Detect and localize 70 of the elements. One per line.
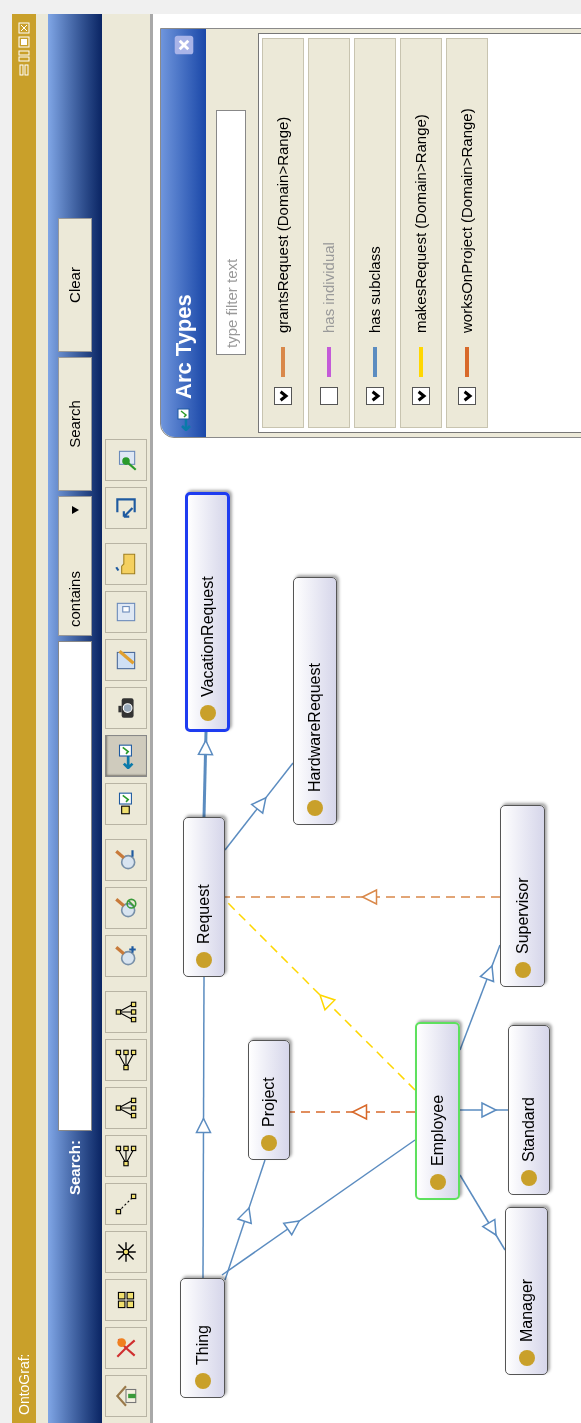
toolbar-button[interactable] (105, 1231, 147, 1273)
class-icon (307, 800, 323, 816)
arc-type-label: has individual (318, 242, 338, 333)
checkbox[interactable] (412, 387, 430, 405)
tree-layout-icon (113, 1095, 139, 1121)
arc-type-label: grantsRequest (Domain>Range) (272, 116, 292, 333)
class-icon (194, 1373, 211, 1389)
checkbox[interactable] (320, 387, 338, 405)
tree-layout-icon (113, 1143, 139, 1169)
search-label: Search: (64, 1139, 84, 1195)
maximize-button[interactable] (18, 36, 30, 48)
resize-icon (113, 495, 139, 521)
dropdown-arrow-icon (70, 504, 80, 515)
toolbar-button[interactable] (105, 687, 147, 729)
class-node[interactable]: HardwareRequest (293, 577, 337, 825)
toolbar-button[interactable] (105, 991, 147, 1033)
window-title: OntoGraf: (14, 1353, 33, 1415)
match-dropdown[interactable]: contains (58, 495, 92, 636)
arc-type-row[interactable]: makesRequest (Domain>Range) (400, 38, 442, 428)
class-icon (196, 952, 212, 968)
class-node[interactable]: Standard (508, 1025, 550, 1195)
search-button[interactable]: Search (58, 356, 92, 491)
checkbox[interactable] (274, 387, 292, 405)
radial-layout-icon (113, 1239, 139, 1265)
node-label: Employee (427, 1094, 447, 1166)
tree-layout-icon (113, 1047, 139, 1073)
checkbox[interactable] (366, 387, 384, 405)
toolbar-button[interactable] (105, 1087, 147, 1129)
toolbar-button[interactable] (105, 1135, 147, 1177)
node-label: Thing (192, 1324, 212, 1365)
arc-type-row[interactable]: grantsRequest (Domain>Range) (262, 38, 304, 428)
class-node[interactable]: Project (248, 1040, 290, 1160)
subclass-arrow (459, 1101, 509, 1119)
node-label: Request (194, 884, 213, 944)
house-icon (113, 1383, 139, 1409)
node-label: Standard (519, 1097, 538, 1162)
arc-type-row[interactable]: worksOnProject (Domain>Range) (446, 38, 488, 428)
spring-layout-icon (113, 1191, 139, 1217)
tile-button[interactable] (18, 50, 30, 62)
arc-type-label: makesRequest (Domain>Range) (410, 114, 430, 333)
class-icon (429, 1174, 446, 1190)
class-icon (514, 962, 531, 978)
close-button[interactable] (173, 35, 194, 55)
class-node[interactable]: Thing (180, 1278, 225, 1398)
panel-title: Arc Types (170, 293, 197, 399)
class-node[interactable]: Supervisor (500, 805, 545, 987)
tree-layout-icon (113, 999, 139, 1025)
node-label: HardwareRequest (305, 663, 324, 792)
arc-type-label: has subclass (364, 246, 384, 333)
node-label: VacationRequest (197, 576, 217, 697)
class-icon (518, 1350, 535, 1366)
toolbar-button[interactable] (105, 1039, 147, 1081)
toolbar-button[interactable] (105, 783, 147, 825)
node-label: Supervisor (512, 877, 532, 954)
class-icon (261, 1135, 277, 1151)
close-button[interactable] (18, 22, 30, 34)
checkbox[interactable] (458, 387, 476, 405)
class-node[interactable]: Manager (505, 1207, 548, 1375)
class-node[interactable]: Request (183, 817, 225, 977)
class-node[interactable]: Employee (415, 1022, 460, 1200)
arc-type-label: worksOnProject (Domain>Range) (456, 108, 476, 333)
class-icon (199, 705, 216, 721)
toolbar-button[interactable] (105, 1279, 147, 1321)
node-label: Manager (516, 1278, 536, 1342)
search-field[interactable] (58, 640, 92, 1131)
class-icon (521, 1170, 537, 1186)
arc-type-row[interactable]: has subclass (354, 38, 396, 428)
class-node[interactable]: VacationRequest (185, 492, 230, 732)
search-button[interactable]: Clear (58, 217, 92, 352)
node-label: Project (259, 1077, 278, 1127)
